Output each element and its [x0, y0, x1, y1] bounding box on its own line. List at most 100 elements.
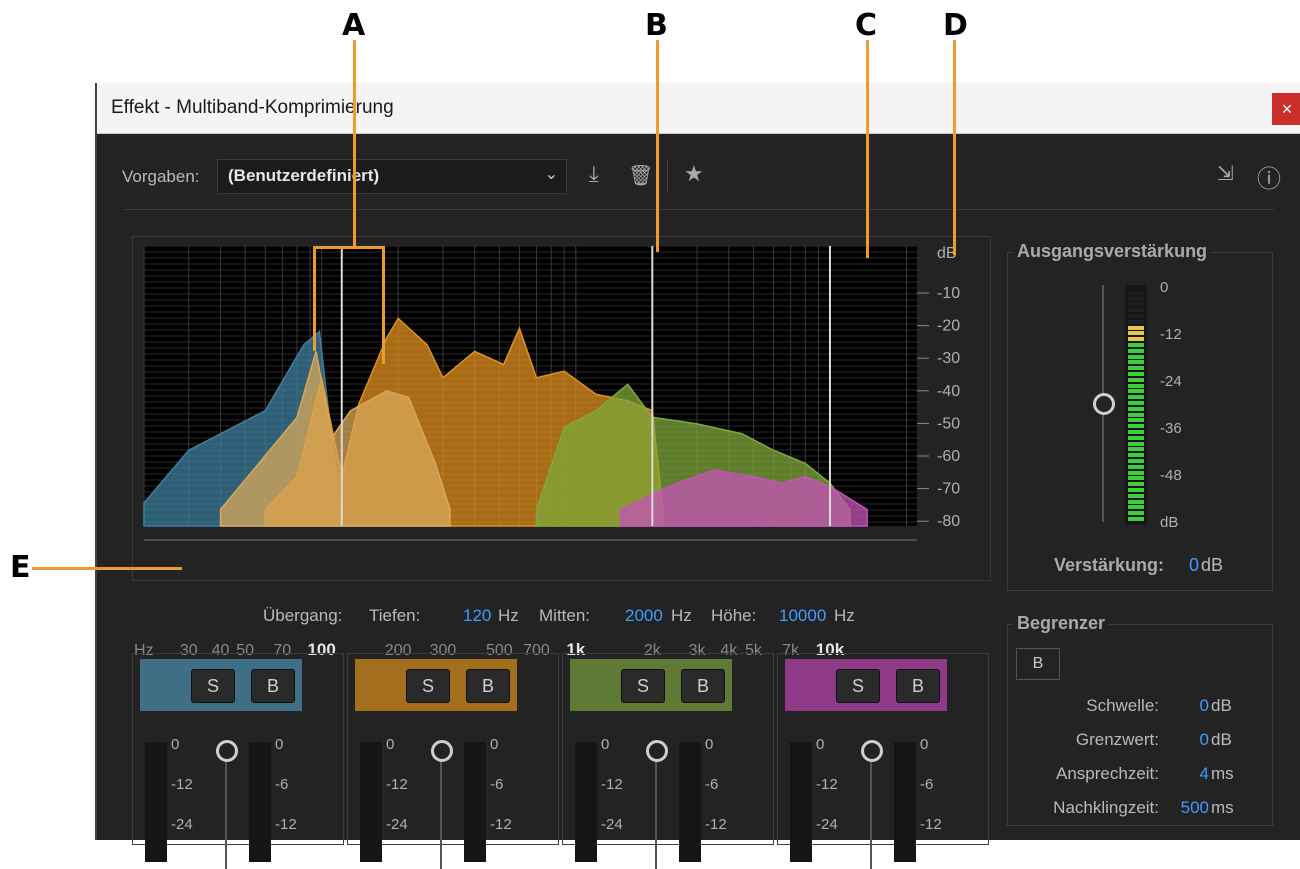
meter-segment [1128, 470, 1144, 475]
input-meter [360, 742, 382, 862]
callout-line [656, 40, 659, 252]
band-panel-4: S B 0 -12 -24 0 -6 -12 [777, 653, 989, 869]
output-scale-label: -24 [1160, 373, 1182, 390]
close-button[interactable]: × [1272, 93, 1300, 125]
meter-segment [1128, 459, 1144, 463]
crossover-high-label: Höhe: [711, 606, 757, 625]
limiter-row-value[interactable]: 500 [1181, 798, 1209, 818]
band-input-scale-label: -12 [601, 776, 623, 793]
info-icon[interactable]: ⓘ [1257, 159, 1281, 194]
band-reduction-scale-label: 0 [490, 736, 499, 753]
chevron-down-icon: ⌄ [544, 166, 558, 183]
bypass-button[interactable]: B [251, 669, 295, 703]
limiter-row-label: Schwelle: [1086, 696, 1159, 715]
output-level-meter [1125, 285, 1147, 525]
band-reduction-scale-label: -6 [275, 776, 289, 793]
preset-dropdown[interactable]: (Benutzerdefiniert) ⌄ [217, 159, 567, 194]
band-input-scale-label: 0 [386, 736, 395, 753]
band-input-scale-label: 0 [816, 736, 825, 753]
solo-button[interactable]: S [406, 669, 450, 703]
limiter-row-value[interactable]: 0 [1200, 696, 1209, 716]
meter-segment [1128, 441, 1144, 446]
band-input-scale-label: -12 [816, 776, 838, 793]
threshold-slider-track [870, 749, 872, 869]
output-gain-title: Ausgangsverstärkung [1013, 241, 1212, 262]
solo-button[interactable]: S [191, 669, 235, 703]
crossover-mid-unit: Hz [671, 606, 692, 625]
routing-icon[interactable]: ⇲ [1217, 161, 1234, 186]
limiter-row-value[interactable]: 4 [1200, 764, 1209, 784]
band-input-scale-label: -24 [171, 816, 193, 833]
meter-segment [1128, 296, 1144, 301]
bypass-button[interactable]: B [466, 669, 510, 703]
meter-segment [1128, 430, 1144, 434]
input-meter [145, 742, 167, 862]
crossover-mid-value[interactable]: 2000 [625, 606, 663, 626]
meter-segment [1128, 401, 1144, 405]
band-panel-2: S B 0 -12 -24 0 -6 -12 [347, 653, 559, 869]
spectrum-graph[interactable]: dB-10-20-30-40-50-60-70-80Hz 30 40 50 70 100 2… [132, 236, 992, 666]
band-input-scale-label: -12 [386, 776, 408, 793]
band-input-scale-label: 0 [601, 736, 610, 753]
meter-segment [1128, 482, 1144, 487]
threshold-slider-knob[interactable] [861, 740, 883, 762]
meter-segment [1128, 476, 1144, 481]
limiter-bypass-button[interactable]: B [1016, 648, 1060, 680]
limiter-row-value[interactable]: 0 [1200, 730, 1209, 750]
meter-segment [1128, 325, 1144, 330]
limiter-row-label: Nachklingzeit: [1053, 798, 1159, 817]
gain-reduction-meter [249, 742, 271, 862]
meter-segment [1128, 302, 1144, 307]
limiter-row-unit: dB [1211, 696, 1232, 715]
star-icon[interactable]: ★ [684, 161, 704, 187]
callout-line [32, 567, 182, 570]
bypass-button[interactable]: B [681, 669, 725, 703]
bypass-button[interactable]: B [896, 669, 940, 703]
db-tick-label: -10 [937, 285, 960, 302]
band-reduction-scale-label: -6 [920, 776, 934, 793]
threshold-slider-knob[interactable] [646, 740, 668, 762]
callout-line [382, 246, 385, 364]
band-reduction-scale-label: -6 [490, 776, 504, 793]
meter-segment [1128, 418, 1144, 423]
meter-segment [1128, 372, 1144, 376]
callout-line [313, 246, 316, 351]
threshold-slider-knob[interactable] [431, 740, 453, 762]
meter-segment [1128, 331, 1144, 336]
crossover-low-value[interactable]: 120 [463, 606, 491, 626]
limiter-title: Begrenzer [1013, 613, 1110, 634]
meter-segment [1128, 308, 1144, 313]
output-gain-slider-knob[interactable] [1093, 393, 1115, 415]
db-tick-label: -70 [937, 481, 960, 498]
callout-b: B [645, 8, 668, 43]
meter-segment [1128, 290, 1144, 295]
callout-d: D [943, 8, 968, 43]
callout-line [353, 40, 356, 248]
band-input-scale-label: -12 [171, 776, 193, 793]
solo-button[interactable]: S [621, 669, 665, 703]
meter-segment [1128, 389, 1144, 394]
output-scale-label: -48 [1160, 467, 1182, 484]
output-gain-value[interactable]: 0 [1189, 555, 1199, 576]
input-meter [575, 742, 597, 862]
output-gain-unit: dB [1201, 555, 1224, 575]
meter-segment [1128, 360, 1144, 365]
meter-segment [1128, 319, 1144, 324]
callout-line [953, 40, 956, 255]
output-scale-label: -12 [1160, 326, 1182, 343]
meter-segment [1128, 493, 1144, 498]
band-reduction-scale-label: -6 [705, 776, 719, 793]
crossover-label: Übergang: [263, 606, 343, 625]
crossover-high-value[interactable]: 10000 [779, 606, 826, 626]
band-input-scale-label: 0 [171, 736, 180, 753]
db-tick-label: -30 [937, 350, 960, 367]
band-panel-3: S B 0 -12 -24 0 -6 -12 [562, 653, 774, 869]
output-scale-label: dB [1160, 514, 1179, 531]
delete-preset-icon[interactable]: 🗑 [628, 163, 653, 188]
effect-dialog: Effekt - Multiband-Komprimierung × Vorga… [95, 83, 1300, 869]
callout-line [313, 246, 385, 249]
threshold-slider-knob[interactable] [216, 740, 238, 762]
limiter-row-label: Grenzwert: [1075, 730, 1159, 749]
save-preset-icon[interactable]: ⤓ [589, 161, 599, 187]
solo-button[interactable]: S [836, 669, 880, 703]
